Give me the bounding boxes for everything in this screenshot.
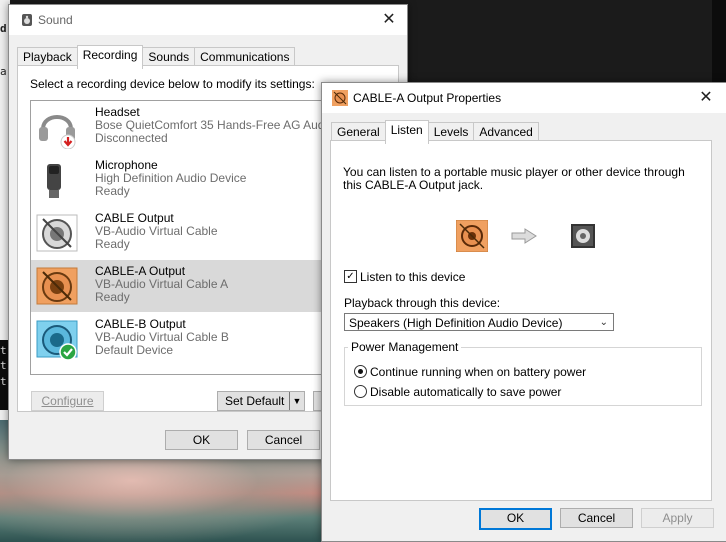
playback-label: Playback through this device: — [344, 296, 501, 310]
tab-communications[interactable]: Communications — [194, 47, 296, 67]
microphone-icon — [35, 158, 79, 202]
apply-button[interactable]: Apply — [641, 508, 714, 528]
device-name: CABLE-B Output — [95, 317, 186, 331]
device-description: VB-Audio Virtual Cable A — [95, 277, 229, 291]
list-item[interactable]: CABLE-B Output VB-Audio Virtual Cable B … — [31, 313, 335, 365]
device-description: High Definition Audio Device — [95, 171, 247, 185]
power-management-legend: Power Management — [348, 340, 462, 354]
tab-sounds[interactable]: Sounds — [142, 47, 196, 67]
listen-panel: You can listen to a portable music playe… — [330, 140, 712, 501]
listen-checkbox[interactable]: ✓ — [344, 270, 357, 283]
close-button[interactable]: ✕ — [694, 87, 718, 109]
instruction-text: Select a recording device below to modif… — [30, 77, 315, 91]
cable-b-icon — [35, 317, 79, 361]
window-title: CABLE-A Output Properties — [353, 91, 502, 105]
tab-levels[interactable]: Levels — [427, 122, 475, 142]
device-status: Ready — [95, 237, 130, 251]
list-item-selected[interactable]: CABLE-A Output VB-Audio Virtual Cable A … — [31, 260, 335, 312]
headset-icon — [35, 105, 79, 150]
arrow-right-icon — [511, 228, 537, 244]
device-status: Disconnected — [95, 131, 168, 145]
list-item[interactable]: Microphone High Definition Audio Device … — [31, 154, 335, 206]
tab-recording[interactable]: Recording — [76, 45, 144, 69]
continue-running-label[interactable]: Continue running when on battery power — [370, 365, 586, 379]
terminal-glyph: t — [0, 375, 7, 388]
tab-playback[interactable]: Playback — [17, 47, 78, 67]
list-item[interactable]: CABLE Output VB-Audio Virtual Cable Read… — [31, 207, 335, 259]
close-button[interactable]: ✕ — [377, 9, 401, 31]
listen-checkbox-label[interactable]: Listen to this device — [360, 270, 465, 284]
device-name: Microphone — [95, 158, 158, 172]
cable-a-icon — [455, 219, 489, 253]
properties-dialog: CABLE-A Output Properties ✕ General List… — [321, 82, 726, 542]
device-name: Headset — [95, 105, 140, 119]
terminal-glyph: t — [0, 344, 7, 357]
speaker-icon — [569, 222, 597, 250]
configure-button[interactable]: Configure — [31, 391, 104, 411]
tab-advanced[interactable]: Advanced — [473, 122, 539, 142]
ok-button[interactable]: OK — [165, 430, 238, 450]
terminal-glyph: t — [0, 359, 7, 372]
cable-a-icon — [35, 264, 79, 308]
tab-general[interactable]: General — [331, 122, 386, 142]
device-name: CABLE-A Output — [95, 264, 186, 278]
continue-running-radio[interactable] — [354, 365, 367, 378]
device-description: Bose QuietComfort 35 Hands-Free AG Audio — [95, 118, 334, 132]
description-line: this CABLE-A Output jack. — [343, 178, 484, 192]
background-glyph: a — [0, 65, 7, 78]
set-default-button[interactable]: Set Default ▼ — [217, 391, 305, 411]
playback-device-select[interactable]: Speakers (High Definition Audio Device) … — [344, 313, 614, 331]
window-title: Sound — [38, 13, 73, 27]
device-status: Default Device — [95, 343, 174, 357]
cancel-button[interactable]: Cancel — [247, 430, 320, 450]
chevron-down-icon: ⌄ — [599, 317, 608, 328]
tab-listen[interactable]: Listen — [384, 120, 429, 144]
description-line: You can listen to a portable music playe… — [343, 165, 685, 179]
device-status: Ready — [95, 290, 130, 304]
properties-titlebar[interactable]: CABLE-A Output Properties ✕ — [322, 83, 726, 113]
playback-device-value: Speakers (High Definition Audio Device) — [349, 316, 563, 330]
device-list[interactable]: Headset Bose QuietComfort 35 Hands-Free … — [30, 100, 336, 375]
disable-automatically-label[interactable]: Disable automatically to save power — [370, 385, 561, 399]
list-item[interactable]: Headset Bose QuietComfort 35 Hands-Free … — [31, 101, 335, 153]
device-description: VB-Audio Virtual Cable — [95, 224, 218, 238]
background-glyph: d — [0, 22, 7, 35]
device-status: Ready — [95, 184, 130, 198]
device-name: CABLE Output — [95, 211, 174, 225]
speaker-icon — [20, 13, 34, 27]
set-default-label: Set Default — [225, 394, 285, 408]
cancel-button[interactable]: Cancel — [560, 508, 633, 528]
cable-icon — [35, 211, 79, 255]
disable-automatically-radio[interactable] — [354, 385, 367, 398]
device-description: VB-Audio Virtual Cable B — [95, 330, 229, 344]
dropdown-arrow-icon[interactable]: ▼ — [289, 392, 304, 410]
sound-titlebar[interactable]: Sound ✕ — [9, 5, 407, 35]
ok-button[interactable]: OK — [479, 508, 552, 530]
cable-a-icon — [332, 90, 348, 106]
